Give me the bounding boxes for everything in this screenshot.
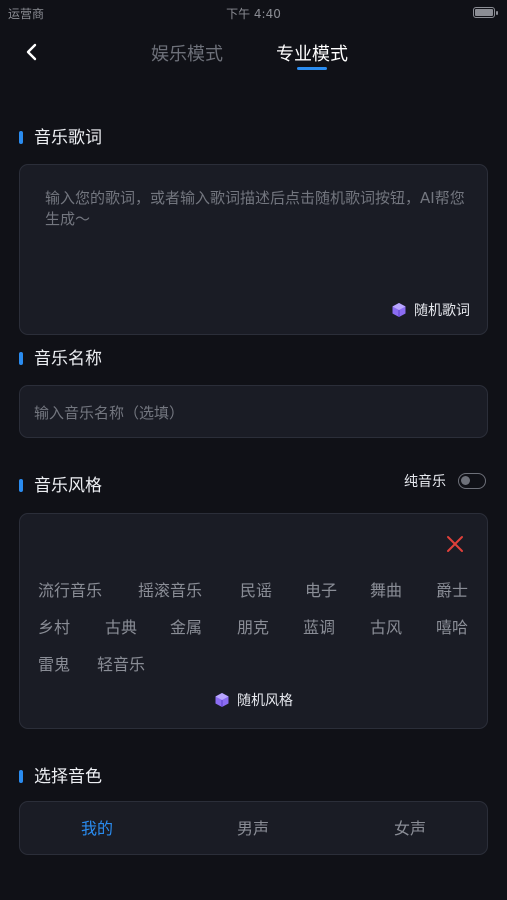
style-chip[interactable]: 轻音乐 (97, 651, 145, 675)
cube-icon (215, 693, 229, 707)
lyrics-title-text: 音乐歌词 (34, 128, 102, 148)
style-chip[interactable]: 蓝调 (303, 614, 335, 638)
music-style-title-text: 音乐风格 (34, 476, 102, 496)
voice-tab-mine[interactable]: 我的 (37, 802, 157, 856)
random-style-label: 随机风格 (237, 693, 293, 709)
style-chip[interactable]: 舞曲 (370, 577, 402, 601)
style-chip[interactable]: 金属 (170, 614, 202, 638)
music-style-card: 流行音乐 摇滚音乐 民谣 电子 舞曲 爵士 乡村 古典 金属 朋克 蓝调 古风 … (19, 513, 488, 729)
status-time: 下午 4:40 (226, 7, 281, 21)
voice-section-title: 选择音色 (19, 762, 102, 787)
section-accent-bar (19, 352, 23, 365)
style-chip[interactable]: 古风 (370, 614, 402, 638)
music-name-title-text: 音乐名称 (34, 349, 102, 369)
style-chip[interactable]: 流行音乐 (38, 577, 102, 601)
lyrics-card: 随机歌词 (19, 164, 488, 335)
style-chip[interactable]: 爵士 (436, 577, 468, 601)
section-accent-bar (19, 770, 23, 783)
tab-entertainment-mode[interactable]: 娱乐模式 (151, 40, 223, 66)
voice-selector: 我的 男声 女声 (19, 801, 488, 855)
style-chip[interactable]: 嘻哈 (436, 614, 468, 638)
style-chip[interactable]: 民谣 (240, 577, 272, 601)
battery-icon (473, 7, 498, 18)
toggle-knob (461, 476, 470, 485)
status-bar: 运营商 下午 4:40 (0, 0, 507, 26)
style-chip[interactable]: 雷鬼 (38, 651, 70, 675)
clear-style-button[interactable] (445, 534, 465, 554)
random-lyrics-label: 随机歌词 (414, 303, 470, 319)
voice-title-text: 选择音色 (34, 767, 102, 787)
pure-music-toggle[interactable] (458, 473, 486, 489)
section-accent-bar (19, 131, 23, 144)
pure-music-toggle-row: 纯音乐 (404, 471, 486, 491)
tab-professional-mode[interactable]: 专业模式 (276, 40, 348, 66)
style-chip[interactable]: 朋克 (237, 614, 269, 638)
voice-tab-male[interactable]: 男声 (193, 802, 313, 856)
music-name-section-title: 音乐名称 (19, 344, 102, 369)
music-style-section-title: 音乐风格 (19, 471, 102, 496)
style-chip[interactable]: 电子 (305, 577, 337, 601)
close-icon (447, 536, 463, 552)
mode-tabs: 娱乐模式 专业模式 (0, 40, 507, 76)
cube-icon (392, 303, 406, 317)
active-tab-indicator (297, 67, 327, 70)
style-chip[interactable]: 乡村 (38, 614, 70, 638)
pure-music-label: 纯音乐 (404, 474, 446, 490)
random-lyrics-button[interactable]: 随机歌词 (391, 300, 470, 320)
voice-tab-female[interactable]: 女声 (350, 802, 470, 856)
section-accent-bar (19, 479, 23, 492)
lyrics-section-title: 音乐歌词 (19, 123, 102, 148)
style-chip[interactable]: 古典 (105, 614, 137, 638)
music-name-card (19, 385, 488, 439)
random-style-button[interactable]: 随机风格 (20, 690, 487, 710)
style-chip[interactable]: 摇滚音乐 (138, 577, 202, 601)
lyrics-input[interactable] (45, 188, 465, 248)
music-name-input[interactable] (34, 386, 474, 439)
